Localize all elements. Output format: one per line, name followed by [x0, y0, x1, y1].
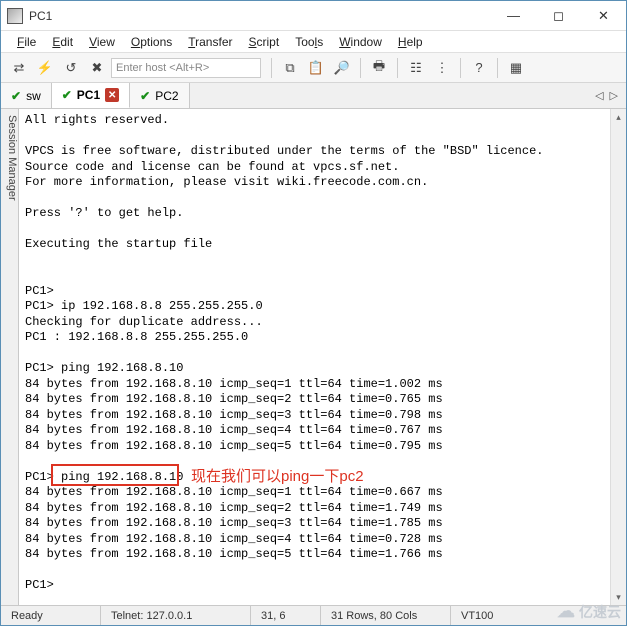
- scrollbar[interactable]: ▴ ▾: [610, 109, 626, 605]
- connect-icon[interactable]: ⇄: [7, 56, 31, 80]
- toolbar-separator: [397, 58, 398, 78]
- menu-help[interactable]: Help: [392, 33, 429, 51]
- help-icon[interactable]: ?: [467, 56, 491, 80]
- tab-pc2[interactable]: ✔ PC2: [130, 83, 189, 108]
- check-icon: ✔: [140, 89, 150, 103]
- status-connection: Telnet: 127.0.0.1: [101, 606, 251, 625]
- toolbar-separator: [271, 58, 272, 78]
- menu-file[interactable]: File: [11, 33, 42, 51]
- menubar: File Edit View Options Transfer Script T…: [1, 31, 626, 53]
- scroll-up-icon[interactable]: ▴: [611, 109, 626, 125]
- menu-edit[interactable]: Edit: [46, 33, 79, 51]
- status-emulation: VT100: [451, 606, 503, 625]
- extra-icon[interactable]: ▦: [504, 56, 528, 80]
- terminal[interactable]: All rights reserved. VPCS is free softwa…: [19, 109, 610, 605]
- paste-icon[interactable]: 📋: [304, 56, 328, 80]
- window-title: PC1: [29, 9, 491, 23]
- close-tab-icon[interactable]: ✕: [105, 88, 119, 102]
- tab-label: sw: [26, 89, 41, 103]
- close-button[interactable]: ✕: [581, 1, 626, 30]
- cloud-icon: ☁: [557, 601, 575, 622]
- status-size: 31 Rows, 80 Cols: [321, 606, 451, 625]
- quick-connect-icon[interactable]: ⚡: [33, 56, 57, 80]
- watermark: ☁ 亿速云: [557, 601, 621, 622]
- session-manager-tab[interactable]: Session Manager: [1, 109, 19, 605]
- tab-label: PC1: [77, 88, 100, 102]
- menu-tools[interactable]: Tools: [289, 33, 329, 51]
- check-icon: ✔: [62, 88, 72, 102]
- disconnect-icon[interactable]: ✖: [85, 56, 109, 80]
- minimize-button[interactable]: —: [491, 1, 536, 30]
- menu-window[interactable]: Window: [333, 33, 388, 51]
- tab-scroll-left-icon[interactable]: ◁: [595, 89, 603, 102]
- body-area: Session Manager All rights reserved. VPC…: [1, 109, 626, 605]
- copy-icon[interactable]: ⧉: [278, 56, 302, 80]
- menu-script[interactable]: Script: [243, 33, 286, 51]
- tab-label: PC2: [155, 89, 178, 103]
- print-icon[interactable]: 🖶: [367, 56, 391, 80]
- maximize-button[interactable]: ◻: [536, 1, 581, 30]
- app-icon: [7, 8, 23, 24]
- status-cursor: 31, 6: [251, 606, 321, 625]
- tab-scroll-right-icon[interactable]: ▷: [610, 89, 618, 102]
- toolbar-separator: [360, 58, 361, 78]
- app-window: PC1 — ◻ ✕ File Edit View Options Transfe…: [0, 0, 627, 626]
- statusbar: Ready Telnet: 127.0.0.1 31, 6 31 Rows, 8…: [1, 605, 626, 625]
- tabbar: ✔ sw ✔ PC1 ✕ ✔ PC2 ◁ ▷: [1, 83, 626, 109]
- tab-sw[interactable]: ✔ sw: [1, 83, 52, 108]
- options-icon[interactable]: ⋮: [430, 56, 454, 80]
- toolbar-separator: [497, 58, 498, 78]
- toolbar: ⇄ ⚡ ↺ ✖ Enter host <Alt+R> ⧉ 📋 🔎 🖶 ☷ ⋮ ?…: [1, 53, 626, 83]
- host-input[interactable]: Enter host <Alt+R>: [111, 58, 261, 78]
- toolbar-separator: [460, 58, 461, 78]
- titlebar: PC1 — ◻ ✕: [1, 1, 626, 31]
- tab-pc1[interactable]: ✔ PC1 ✕: [52, 83, 130, 108]
- check-icon: ✔: [11, 89, 21, 103]
- reconnect-icon[interactable]: ↺: [59, 56, 83, 80]
- menu-view[interactable]: View: [83, 33, 121, 51]
- properties-icon[interactable]: ☷: [404, 56, 428, 80]
- menu-options[interactable]: Options: [125, 33, 178, 51]
- window-controls: — ◻ ✕: [491, 1, 626, 30]
- find-icon[interactable]: 🔎: [330, 56, 354, 80]
- status-ready: Ready: [1, 606, 101, 625]
- menu-transfer[interactable]: Transfer: [182, 33, 238, 51]
- terminal-wrap: All rights reserved. VPCS is free softwa…: [19, 109, 626, 605]
- tab-scroll-controls: ◁ ▷: [587, 83, 626, 108]
